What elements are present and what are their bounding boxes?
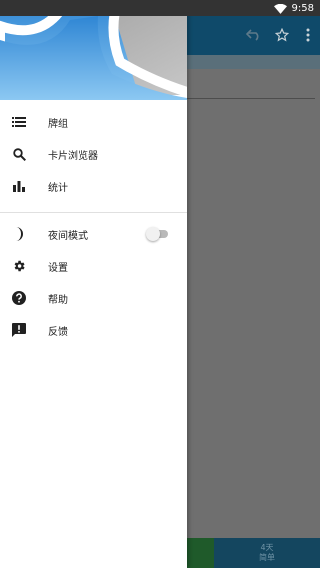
drawer-item-settings[interactable]: 设置: [0, 250, 187, 282]
drawer-item-label: 卡片浏览器: [48, 150, 98, 162]
drawer-item-decks[interactable]: 牌组: [0, 106, 187, 138]
night-mode-toggle[interactable]: [146, 227, 170, 241]
drawer-item-label: 统计: [48, 182, 68, 194]
list-icon: [11, 114, 27, 130]
overflow-menu-icon[interactable]: [296, 25, 320, 45]
status-time: 9:58: [291, 2, 314, 14]
drawer-item-feedback[interactable]: 反馈: [0, 314, 187, 346]
content-divider: [187, 98, 315, 99]
drawer-item-help[interactable]: 帮助: [0, 282, 187, 314]
drawer-menu: 牌组 卡片浏览器 统计 夜间模式 设置 帮助 反馈: [0, 106, 187, 346]
bar-chart-icon: [11, 178, 27, 194]
drawer-item-label: 反馈: [48, 326, 68, 338]
drawer-item-label: 帮助: [48, 294, 68, 306]
drawer-divider: [0, 212, 187, 213]
feedback-icon: [11, 322, 27, 338]
easy-label: 简单: [259, 553, 275, 562]
easy-interval: 4天: [260, 543, 274, 552]
drawer-item-night-mode[interactable]: 夜间模式: [0, 218, 187, 250]
search-icon: [11, 146, 27, 162]
answer-button-good[interactable]: [187, 538, 214, 568]
undo-icon[interactable]: [240, 25, 268, 45]
navigation-drawer: 牌组 卡片浏览器 统计 夜间模式 设置 帮助 反馈: [0, 0, 187, 568]
help-icon: [11, 290, 27, 306]
answer-button-easy[interactable]: 4天 简单: [214, 538, 320, 568]
bottom-answer-bar: 4天 简单: [187, 538, 320, 568]
drawer-item-label: 牌组: [48, 118, 68, 130]
wifi-icon: [273, 0, 287, 18]
drawer-item-label: 设置: [48, 262, 68, 274]
star-outline-icon[interactable]: [268, 25, 296, 45]
status-bar: 9:58: [0, 0, 320, 16]
drawer-item-card-browser[interactable]: 卡片浏览器: [0, 138, 187, 170]
settings-gear-icon: [11, 258, 27, 274]
night-mode-icon: [11, 226, 27, 242]
drawer-item-label: 夜间模式: [48, 230, 88, 242]
toolbar-actions: [240, 25, 320, 45]
toggle-thumb: [146, 227, 160, 241]
drawer-item-statistics[interactable]: 统计: [0, 170, 187, 202]
